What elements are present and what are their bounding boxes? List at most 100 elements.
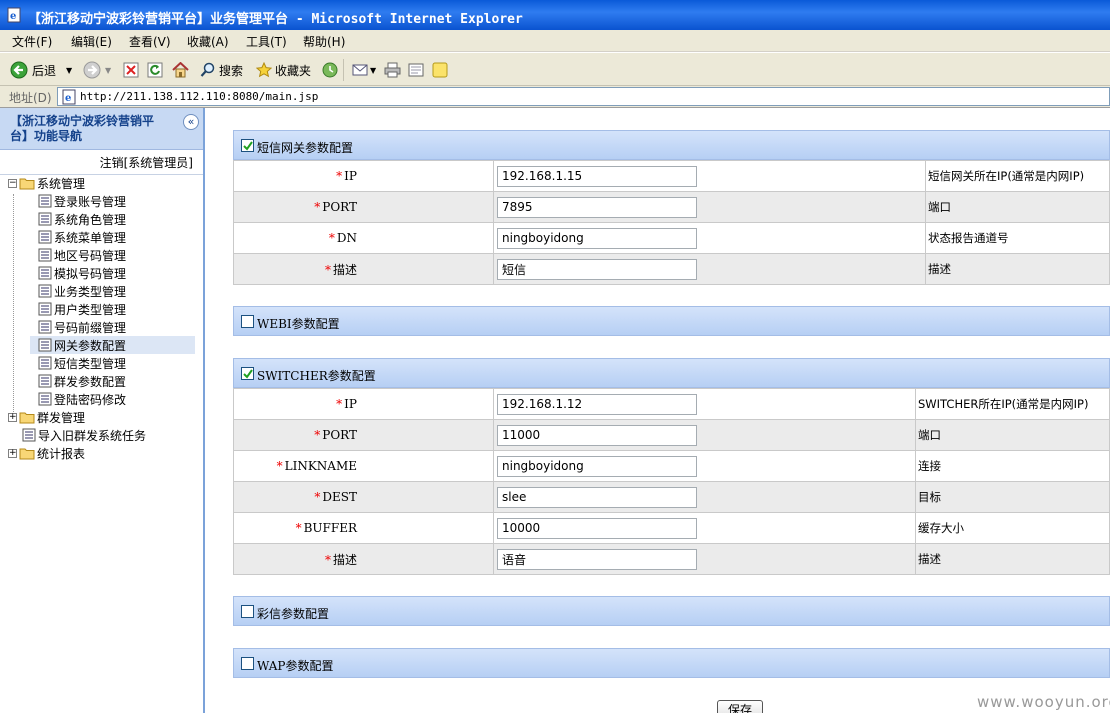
nav-item-0[interactable]: 登录账号管理 — [38, 192, 126, 210]
collapse-minus-icon[interactable]: − — [8, 178, 17, 188]
section-mms-checkbox[interactable] — [241, 605, 254, 618]
nav-item-3[interactable]: 地区号码管理 — [38, 246, 126, 264]
history-button[interactable] — [322, 60, 338, 80]
mail-button[interactable]: ▼ — [352, 60, 376, 80]
config-value-input[interactable] — [497, 258, 697, 280]
nav-item-2[interactable]: 系统菜单管理 — [38, 228, 126, 246]
menu-help[interactable]: 帮助(H) — [303, 33, 345, 50]
config-desc-cell: 描述 — [915, 543, 1110, 575]
config-key: IP — [344, 397, 357, 411]
nav-item-4[interactable]: 模拟号码管理 — [38, 264, 126, 282]
required-mark: * — [295, 521, 302, 535]
config-value-input[interactable] — [497, 165, 697, 187]
section-webi-label: WEBI参数配置 — [257, 317, 340, 331]
menu-tools[interactable]: 工具(T) — [246, 33, 287, 50]
tree-node-system[interactable]: − 系统管理 — [8, 174, 85, 192]
required-mark: * — [314, 428, 321, 442]
required-mark: * — [324, 552, 331, 567]
page-list-icon — [38, 212, 52, 226]
collapse-nav-icon[interactable]: « — [183, 114, 199, 130]
section-webi-checkbox[interactable] — [241, 315, 254, 328]
expand-plus-icon[interactable]: + — [8, 448, 17, 458]
home-button[interactable] — [172, 60, 189, 80]
nav-item-9[interactable]: 短信类型管理 — [38, 354, 126, 372]
config-desc-cell: 连接 — [915, 450, 1110, 482]
nav-item-label: 群发参数配置 — [54, 374, 127, 389]
page-list-icon — [38, 230, 52, 244]
config-value-input[interactable] — [497, 517, 697, 539]
config-value-input[interactable] — [497, 196, 697, 218]
config-desc-cell: 端口 — [915, 419, 1110, 451]
refresh-button[interactable] — [147, 60, 163, 80]
config-desc-cell: SWITCHER所在IP(通常是内网IP) — [915, 388, 1110, 420]
config-value-input[interactable] — [497, 227, 697, 249]
search-button[interactable]: 搜索 — [200, 60, 243, 80]
config-desc: 状态报告通道号 — [928, 231, 1009, 245]
nav-item-10[interactable]: 群发参数配置 — [38, 372, 126, 390]
back-button[interactable]: 后退 ▼ — [10, 60, 72, 80]
config-row: *描述 描述 — [233, 253, 1110, 285]
edit-button[interactable] — [408, 60, 425, 80]
tree-node-label: 统计报表 — [37, 446, 86, 461]
nav-item-1[interactable]: 系统角色管理 — [38, 210, 126, 228]
menu-edit[interactable]: 编辑(E) — [71, 33, 112, 50]
section-webi-header: WEBI参数配置 — [233, 306, 1110, 336]
config-desc: 描述 — [928, 262, 951, 276]
required-mark: * — [314, 490, 321, 504]
config-desc: 短信网关所在IP(通常是内网IP) — [928, 169, 1085, 183]
address-input[interactable]: e http://211.138.112.110:8080/main.jsp — [57, 87, 1110, 106]
menu-view[interactable]: 查看(V) — [129, 33, 171, 50]
svg-text:e: e — [65, 93, 71, 104]
section-switcher-checkbox[interactable] — [241, 367, 254, 380]
config-desc-cell: 短信网关所在IP(通常是内网IP) — [925, 160, 1110, 192]
config-value-input[interactable] — [497, 455, 697, 477]
mail-dropdown-icon[interactable]: ▼ — [370, 66, 376, 75]
favorites-label: 收藏夹 — [275, 63, 312, 78]
config-row: *PORT 端口 — [233, 191, 1110, 223]
config-value-input[interactable] — [497, 486, 697, 508]
menu-favorites[interactable]: 收藏(A) — [187, 33, 229, 50]
menu-file[interactable]: 文件(F) — [12, 33, 52, 50]
config-value-input[interactable] — [497, 548, 697, 570]
config-value-input[interactable] — [497, 424, 697, 446]
forward-dropdown-icon[interactable]: ▼ — [105, 66, 111, 75]
nav-item-11[interactable]: 登陆密码修改 — [38, 390, 126, 408]
favorites-button[interactable]: 收藏夹 — [256, 60, 311, 80]
config-desc: SWITCHER所在IP(通常是内网IP) — [918, 397, 1089, 411]
forward-arrow-icon — [83, 61, 101, 79]
config-key: PORT — [322, 200, 357, 214]
logout-link[interactable]: 注销[系统管理员] — [100, 154, 193, 171]
tree-node-mass[interactable]: + 群发管理 — [8, 408, 85, 426]
print-button[interactable] — [384, 60, 401, 80]
config-value-cell — [493, 419, 916, 451]
folder-icon — [19, 178, 35, 190]
config-value-cell — [493, 543, 916, 575]
nav-item-5[interactable]: 业务类型管理 — [38, 282, 126, 300]
required-mark: * — [328, 231, 335, 245]
config-key-cell: * 描述 — [233, 253, 494, 285]
expand-plus-icon[interactable]: + — [8, 412, 17, 422]
config-value-cell — [493, 481, 916, 513]
page-list-icon — [38, 374, 52, 388]
forward-button[interactable]: ▼ — [83, 60, 111, 80]
config-key: PORT — [322, 428, 357, 442]
section-wap-checkbox[interactable] — [241, 657, 254, 670]
nav-import-task[interactable]: 导入旧群发系统任务 — [22, 426, 146, 444]
back-dropdown-icon[interactable]: ▼ — [66, 66, 72, 75]
nav-item-6[interactable]: 用户类型管理 — [38, 300, 126, 318]
stop-button[interactable] — [123, 60, 139, 80]
nav-item-label: 模拟号码管理 — [54, 266, 127, 281]
nav-item-8[interactable]: 网关参数配置 — [30, 336, 195, 354]
section-sms-checkbox[interactable] — [241, 139, 254, 152]
nav-item-7[interactable]: 号码前缀管理 — [38, 318, 126, 336]
messenger-button[interactable] — [432, 60, 448, 80]
tree-node-report[interactable]: + 统计报表 — [8, 444, 85, 462]
ie-page-icon: e — [7, 7, 21, 23]
section-sms-header: 短信网关参数配置 — [233, 130, 1110, 160]
watermark: www.wooyun.org — [977, 693, 1110, 711]
page-list-icon — [38, 302, 52, 316]
config-value-input[interactable] — [497, 393, 697, 415]
save-button[interactable]: 保存 — [717, 700, 763, 713]
config-desc: 目标 — [918, 490, 941, 504]
address-url: http://211.138.112.110:8080/main.jsp — [80, 90, 319, 103]
